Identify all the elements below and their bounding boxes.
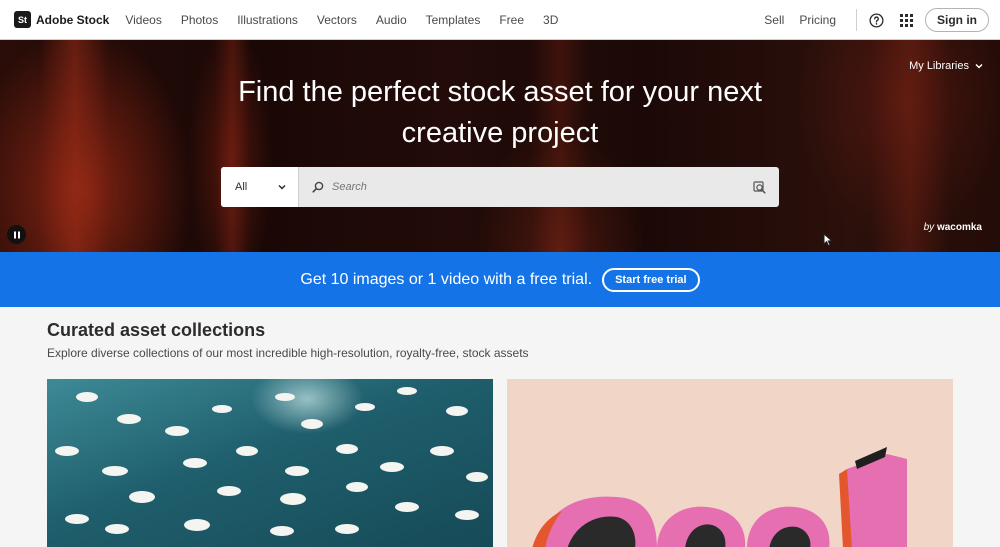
search-input[interactable] (332, 181, 732, 193)
search-icon (312, 181, 324, 193)
top-navigation: St Adobe Stock Videos Photos Illustratio… (0, 0, 1000, 40)
my-libraries-button[interactable]: My Libraries (909, 60, 984, 72)
section-title: Curated asset collections (47, 320, 266, 340)
nav-videos[interactable]: Videos (125, 13, 161, 27)
hero-heading: Find the perfect stock asset for your ne… (0, 72, 1000, 154)
nav-3d[interactable]: 3D (543, 13, 558, 27)
curated-collections-header: Curated asset collections Explore divers… (47, 320, 529, 360)
sign-in-button[interactable]: Sign in (925, 8, 989, 32)
sell-link[interactable]: Sell (764, 13, 784, 27)
nav-vectors[interactable]: Vectors (317, 13, 357, 27)
adobe-stock-logo[interactable]: St Adobe Stock (14, 11, 109, 28)
my-libraries-label: My Libraries (909, 60, 969, 72)
swans-image (55, 387, 488, 536)
search-bar: All (221, 167, 779, 207)
asset-type-dropdown[interactable]: All (221, 167, 299, 207)
nav-photos[interactable]: Photos (181, 13, 218, 27)
nav-templates[interactable]: Templates (426, 13, 481, 27)
mouse-cursor-icon (823, 233, 833, 247)
credit-prefix: by (923, 222, 935, 233)
chevron-down-icon (278, 184, 286, 190)
collection-card-3d-lettering[interactable] (507, 379, 953, 547)
collection-card-swans[interactable] (47, 379, 493, 547)
section-subtitle: Explore diverse collections of our most … (47, 346, 529, 360)
hero-credit: by wacomka (924, 222, 982, 233)
pricing-link[interactable]: Pricing (799, 13, 836, 27)
pause-video-button[interactable] (7, 225, 26, 244)
nav-audio[interactable]: Audio (376, 13, 407, 27)
credit-author-link[interactable]: wacomka (937, 222, 982, 233)
hero-heading-line-1: Find the perfect stock asset for your ne… (238, 76, 762, 108)
app-grid-icon[interactable] (895, 9, 917, 31)
help-icon[interactable] (865, 9, 887, 31)
nav-illustrations[interactable]: Illustrations (237, 13, 298, 27)
search-field (299, 167, 739, 207)
pause-icon (13, 231, 20, 238)
logo-mark: St (14, 11, 31, 28)
nav-free[interactable]: Free (499, 13, 524, 27)
nav-divider (856, 9, 857, 31)
free-trial-banner: Get 10 images or 1 video with a free tri… (0, 252, 1000, 307)
pink-lettering-image (532, 447, 907, 547)
right-nav: Sell Pricing Sign in (764, 0, 1000, 40)
main-nav: Videos Photos Illustrations Vectors Audi… (125, 13, 577, 27)
chevron-down-icon (975, 63, 983, 69)
hero-banner: My Libraries Find the perfect stock asse… (0, 40, 1000, 252)
asset-type-value: All (235, 181, 248, 193)
free-trial-text: Get 10 images or 1 video with a free tri… (300, 270, 593, 288)
hero-heading-line-2: creative project (401, 117, 599, 149)
visual-search-icon[interactable] (739, 167, 779, 207)
start-free-trial-button[interactable]: Start free trial (602, 267, 700, 292)
logo-text: Adobe Stock (36, 12, 110, 27)
